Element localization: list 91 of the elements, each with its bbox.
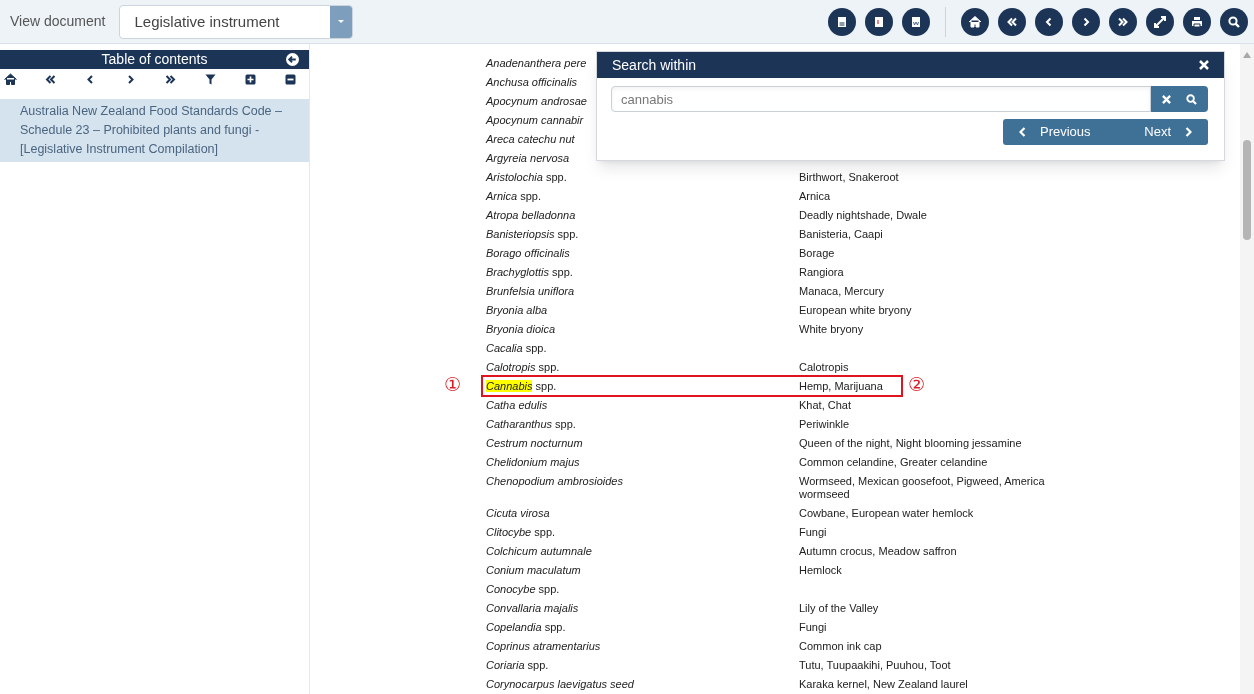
plant-name: Brunfelsia uniflora bbox=[486, 285, 575, 297]
plant-name: Borago officinalis bbox=[486, 247, 570, 259]
pdf-document-button[interactable] bbox=[865, 7, 893, 36]
common-name: Arnica bbox=[799, 190, 831, 202]
plant-name: Cicuta virosa bbox=[486, 507, 550, 519]
plant-name: Catha edulis bbox=[486, 399, 548, 411]
search-button[interactable] bbox=[1220, 7, 1248, 36]
plant-name: Coprinus atramentarius bbox=[486, 640, 601, 652]
common-name: European white bryony bbox=[799, 304, 912, 316]
next-button[interactable]: Next bbox=[1136, 119, 1208, 145]
common-name: Birthwort, Snakeroot bbox=[799, 171, 899, 183]
plant-name: Anadenanthera pere bbox=[486, 57, 587, 69]
close-icon[interactable] bbox=[1199, 60, 1209, 70]
word-document-button[interactable] bbox=[902, 7, 930, 36]
plant-name: Clitocybe spp. bbox=[486, 526, 556, 538]
plant-name: Chelidonium majus bbox=[486, 456, 580, 468]
view-document-label: View document bbox=[10, 12, 106, 31]
plant-name: Arnica spp. bbox=[486, 190, 542, 202]
common-name: Banisteria, Caapi bbox=[799, 228, 883, 240]
document-select[interactable]: Legislative instrument bbox=[119, 4, 354, 39]
common-name: Periwinkle bbox=[799, 418, 850, 430]
common-name: Hemlock bbox=[799, 564, 842, 576]
callout-number: ① bbox=[444, 374, 462, 394]
plant-name: Conocybe spp. bbox=[486, 583, 560, 595]
plant-name: Brachyglottis spp. bbox=[486, 266, 573, 278]
plant-name: Atropa belladonna bbox=[486, 209, 576, 221]
search-field[interactable]: cannabis bbox=[611, 86, 1151, 112]
double-chevron-left-button[interactable] bbox=[998, 7, 1026, 36]
chevron-right-icon bbox=[1185, 127, 1192, 137]
plant-name: Argyreia nervosa bbox=[486, 152, 570, 164]
filter-icon[interactable] bbox=[204, 72, 217, 86]
home-button[interactable] bbox=[961, 7, 989, 36]
list-document-button[interactable] bbox=[828, 7, 856, 36]
scrollbar-thumb[interactable] bbox=[1243, 140, 1251, 240]
plant-name: Bryonia dioica bbox=[486, 323, 556, 335]
collapse-left-icon[interactable] bbox=[286, 53, 299, 66]
expand-button[interactable] bbox=[1146, 7, 1174, 36]
search-panel-title: Search within bbox=[612, 55, 698, 75]
chevron-left-icon bbox=[1019, 127, 1026, 137]
toc-item[interactable]: Australia New Zealand Food Standards Code – Schedule 23 – Prohibited plants and fungi - [Legislative Instrument Compilation] bbox=[0, 99, 309, 162]
plant-name: Areca catechu nut bbox=[486, 133, 575, 145]
common-name: Wormseed, Mexican goosefoot, Pigweed, America wormseed bbox=[799, 475, 1045, 500]
home-icon[interactable] bbox=[4, 72, 17, 86]
common-name: Cowbane, European water hemlock bbox=[799, 507, 974, 519]
plant-name: Cacalia spp. bbox=[486, 342, 547, 354]
common-name: Queen of the night, Night blooming jessamine bbox=[799, 437, 1022, 449]
chevron-left-button[interactable] bbox=[1035, 7, 1063, 36]
double-chevron-right-button[interactable] bbox=[1109, 7, 1137, 36]
common-name: Common celandine, Greater celandine bbox=[799, 456, 988, 468]
common-name: Common ink cap bbox=[799, 640, 882, 652]
plant-name: Banisteriopsis spp. bbox=[486, 228, 579, 240]
common-name: Tutu, Tuupaakihi, Puuhou, Toot bbox=[799, 659, 951, 671]
toc-title: Table of contents bbox=[101, 50, 208, 69]
expand-all-icon[interactable] bbox=[244, 72, 257, 86]
plant-name: Copelandia spp. bbox=[486, 621, 566, 633]
chevron-right-button[interactable] bbox=[1072, 7, 1100, 36]
common-name: White bryony bbox=[799, 323, 864, 335]
plant-name: Coriaria spp. bbox=[486, 659, 549, 671]
plant-name: Apocynum androsae bbox=[486, 95, 587, 107]
plant-name: Convallaria majalis bbox=[486, 602, 579, 614]
common-name: Fungi bbox=[799, 526, 827, 538]
plant-name: Catharanthus spp. bbox=[486, 418, 576, 430]
plant-name: Cannabis spp. bbox=[486, 380, 557, 392]
plant-name: Colchicum autumnale bbox=[486, 545, 592, 557]
plant-name: Bryonia alba bbox=[486, 304, 548, 316]
common-name: Deadly nightshade, Dwale bbox=[799, 209, 927, 221]
clear-icon[interactable] bbox=[1162, 94, 1172, 104]
plant-name: Corynocarpus laevigatus seed bbox=[486, 678, 634, 690]
plant-name: Cestrum nocturnum bbox=[486, 437, 583, 449]
common-name: Calotropis bbox=[799, 361, 849, 373]
common-name: Manaca, Mercury bbox=[799, 285, 884, 297]
collapse-all-icon[interactable] bbox=[284, 72, 297, 86]
previous-button[interactable]: Previous bbox=[1003, 119, 1099, 145]
common-name: Rangiora bbox=[799, 266, 844, 278]
search-icon[interactable] bbox=[1185, 93, 1197, 105]
plant-name: Anchusa officinalis bbox=[486, 76, 578, 88]
common-name: Autumn crocus, Meadow saffron bbox=[799, 545, 957, 557]
plant-name: Aristolochia spp. bbox=[486, 171, 567, 183]
common-name: Fungi bbox=[799, 621, 827, 633]
plant-name: Conium maculatum bbox=[486, 564, 581, 576]
common-name: Hemp, Marijuana bbox=[799, 380, 883, 392]
plant-name: Apocynum cannabir bbox=[486, 114, 584, 126]
plant-name: Calotropis spp. bbox=[486, 361, 560, 373]
plant-name: Chenopodium ambrosioides bbox=[486, 475, 623, 487]
common-name: Borage bbox=[799, 247, 835, 259]
print-button[interactable] bbox=[1183, 7, 1211, 36]
common-name: Lily of the Valley bbox=[799, 602, 879, 614]
common-name: Khat, Chat bbox=[799, 399, 851, 411]
caret-icon bbox=[338, 19, 345, 24]
callout-number: ② bbox=[908, 374, 926, 394]
common-name: Karaka kernel, New Zealand laurel bbox=[799, 678, 968, 690]
